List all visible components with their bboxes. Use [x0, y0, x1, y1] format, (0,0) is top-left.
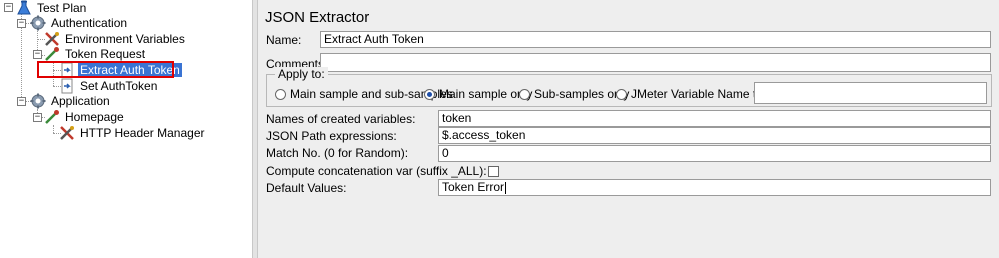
collapse-toggle[interactable]: − — [17, 97, 26, 106]
apply-to-label: Apply to: — [275, 67, 328, 81]
radio-button[interactable] — [519, 88, 530, 100]
tools-icon — [44, 31, 60, 47]
tree-node-homepage[interactable]: Homepage — [44, 109, 126, 125]
pipette-icon — [44, 109, 60, 125]
names-label: Names of created variables: — [266, 112, 416, 126]
tree-node-test-plan[interactable]: Test Plan — [16, 0, 88, 16]
tree-node-environment-variables[interactable]: Environment Variables — [44, 31, 187, 47]
radio-button[interactable] — [275, 88, 286, 100]
tree-node-application[interactable]: Application — [30, 93, 112, 109]
match-no-field[interactable]: 0 — [438, 145, 991, 162]
comments-field[interactable] — [320, 53, 991, 72]
radio-button[interactable] — [424, 88, 435, 100]
json-extractor-panel: JSON Extractor Name: Extract Auth Token … — [258, 0, 999, 258]
pipette-icon — [44, 46, 60, 62]
tree-node-label: Environment Variables — [65, 32, 185, 46]
tree-node-label: HTTP Header Manager — [80, 126, 205, 140]
tools-icon — [59, 125, 75, 141]
json-path-label: JSON Path expressions: — [266, 129, 397, 143]
match-no-label: Match No. (0 for Random): — [266, 146, 409, 160]
names-field[interactable]: token — [438, 110, 991, 127]
default-values-text: Token Error — [442, 180, 505, 194]
gear-icon — [30, 93, 46, 109]
tree-connector — [53, 125, 54, 133]
collapse-toggle[interactable]: − — [17, 19, 26, 28]
default-values-label: Default Values: — [266, 181, 347, 195]
collapse-toggle[interactable]: − — [4, 3, 13, 12]
tree-node-label: Authentication — [51, 16, 128, 30]
tree-node-http-header-manager[interactable]: HTTP Header Manager — [59, 125, 207, 141]
default-values-field[interactable]: Token Error — [438, 179, 991, 196]
tree-node-label: Set AuthToken — [80, 79, 158, 93]
collapse-toggle[interactable]: − — [33, 50, 42, 59]
apply-to-group: Apply to: Main sample and sub-samples Ma… — [266, 67, 992, 107]
tree-node-authentication[interactable]: Authentication — [30, 15, 129, 31]
radio-sub-only[interactable]: Sub-samples only — [519, 87, 629, 101]
radio-button[interactable] — [616, 88, 627, 100]
post-processor-icon — [59, 78, 75, 94]
test-plan-tree: − − − − − Test Plan Authentication Envir… — [0, 0, 252, 258]
highlight-box — [37, 61, 174, 78]
tree-node-label: Test Plan — [37, 1, 87, 15]
name-field[interactable]: Extract Auth Token — [320, 31, 991, 48]
tree-node-set-authtoken[interactable]: Set AuthToken — [59, 78, 159, 94]
collapse-toggle[interactable]: − — [33, 113, 42, 122]
radio-main-only[interactable]: Main sample only — [424, 87, 532, 101]
tree-node-label: Token Request — [65, 47, 146, 61]
tree-node-label: Application — [51, 94, 110, 108]
text-caret — [505, 181, 507, 194]
json-path-field[interactable]: $.access_token — [438, 127, 991, 144]
tree-node-label: Homepage — [65, 110, 124, 124]
name-label: Name: — [266, 33, 302, 47]
gear-icon — [30, 15, 46, 31]
flask-icon — [16, 0, 32, 16]
compute-concat-checkbox[interactable] — [488, 166, 499, 177]
tree-node-token-request[interactable]: Token Request — [44, 46, 147, 62]
panel-title: JSON Extractor — [265, 9, 370, 26]
compute-concat-label: Compute concatenation var (suffix _ALL): — [266, 164, 487, 178]
jmeter-variable-field[interactable] — [754, 82, 987, 104]
